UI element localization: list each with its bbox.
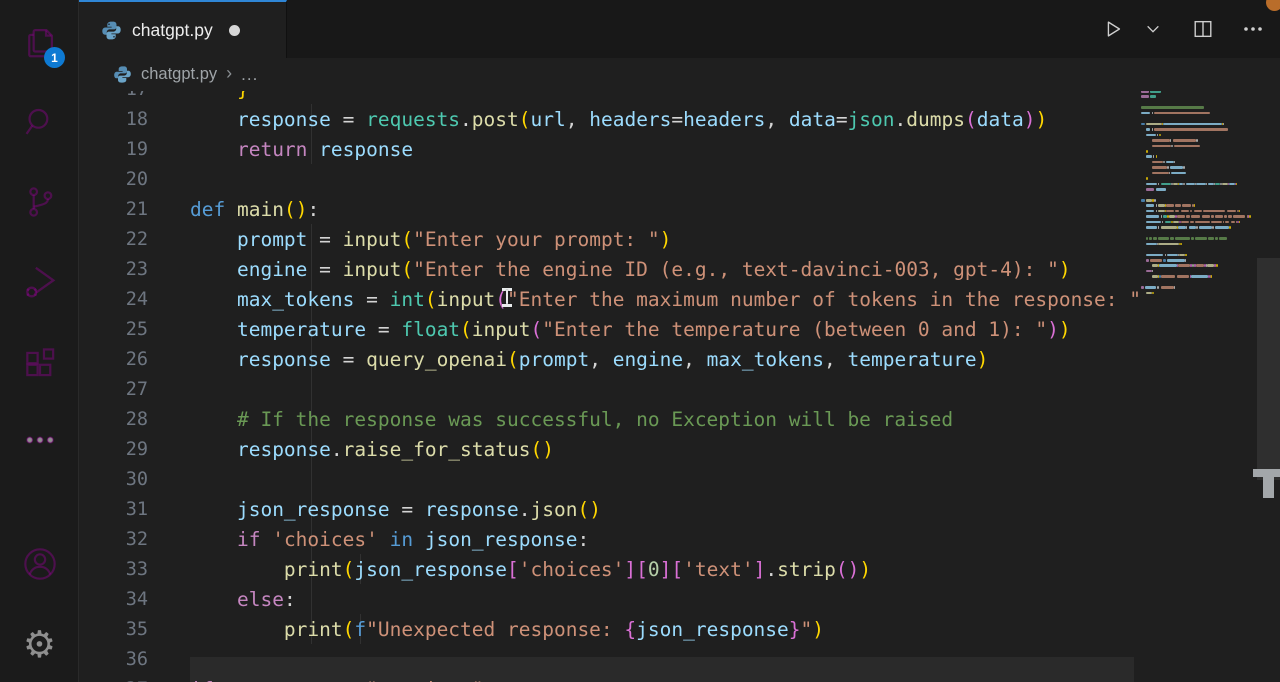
sidebar-item-account[interactable] bbox=[0, 532, 79, 596]
code-line: 29 response.raise_for_status() bbox=[79, 434, 1141, 464]
scrollbar-thumb[interactable] bbox=[1257, 258, 1280, 480]
search-icon bbox=[21, 103, 59, 141]
code-line: 18 response = requests.post(url, headers… bbox=[79, 104, 1141, 134]
code-line: 25 temperature = float(input("Enter the … bbox=[79, 314, 1141, 344]
git-branch-icon bbox=[21, 183, 59, 221]
code-line: 31 json_response = response.json() bbox=[79, 494, 1141, 524]
code-line: 22 prompt = input("Enter your prompt: ") bbox=[79, 224, 1141, 254]
code-editor[interactable]: 17 }18 response = requests.post(url, hea… bbox=[79, 74, 1141, 682]
code-line: 20 bbox=[79, 164, 1141, 194]
breadcrumb: chatgpt.py › ... bbox=[79, 58, 1280, 91]
sidebar-item-explorer[interactable]: 1 bbox=[0, 10, 79, 74]
editor-group: chatgpt.py bbox=[79, 0, 1280, 682]
code-line: 33 print(json_response['choices'][0]['te… bbox=[79, 554, 1141, 584]
run-icon bbox=[1102, 18, 1124, 40]
more-actions-button[interactable] bbox=[1238, 14, 1268, 44]
split-editor-icon bbox=[1192, 18, 1214, 40]
code-line: 36 bbox=[79, 644, 1141, 674]
split-editor-button[interactable] bbox=[1188, 14, 1218, 44]
run-dropdown-icon bbox=[1145, 21, 1161, 37]
unsaved-changes-dot[interactable] bbox=[229, 25, 240, 36]
sidebar-item-source-control[interactable] bbox=[0, 170, 79, 234]
python-icon bbox=[101, 20, 122, 41]
tab-chatgpt-py[interactable]: chatgpt.py bbox=[79, 0, 287, 58]
sidebar-item-settings[interactable]: ⚙ bbox=[0, 612, 79, 676]
python-icon bbox=[113, 65, 132, 84]
code-line: 32 if 'choices' in json_response: bbox=[79, 524, 1141, 554]
code-line: 35 print(f"Unexpected response: {json_re… bbox=[79, 614, 1141, 644]
code-line: 19 return response bbox=[79, 134, 1141, 164]
sidebar-item-run-debug[interactable] bbox=[0, 250, 79, 314]
account-icon bbox=[20, 544, 60, 584]
code-line: 26 response = query_openai(prompt, engin… bbox=[79, 344, 1141, 374]
sidebar-item-search[interactable] bbox=[0, 90, 79, 154]
vertical-scrollbar[interactable] bbox=[1256, 91, 1280, 682]
breadcrumb-item-more[interactable]: ... bbox=[241, 65, 258, 85]
code-line: 21def main(): bbox=[79, 194, 1141, 224]
code-line: 30 bbox=[79, 464, 1141, 494]
vscode-window: 1 bbox=[0, 0, 1280, 682]
code-line: 28 # If the response was successful, no … bbox=[79, 404, 1141, 434]
code-line: 27 bbox=[79, 374, 1141, 404]
sidebar-item-more[interactable] bbox=[0, 408, 79, 472]
chevron-right-icon: › bbox=[226, 63, 232, 84]
tab-label: chatgpt.py bbox=[132, 20, 213, 41]
tab-bar: chatgpt.py bbox=[79, 0, 1280, 58]
explorer-badge: 1 bbox=[44, 47, 65, 68]
minimap[interactable] bbox=[1141, 88, 1252, 682]
run-dropdown-button[interactable] bbox=[1142, 14, 1164, 44]
extensions-icon bbox=[21, 345, 59, 383]
run-button[interactable] bbox=[1098, 14, 1128, 44]
breadcrumb-item-file[interactable]: chatgpt.py bbox=[141, 65, 217, 84]
gear-icon: ⚙ bbox=[23, 626, 56, 663]
code-line: 24 max_tokens = int(input("Enter the max… bbox=[79, 284, 1141, 314]
editor-actions bbox=[1098, 0, 1268, 58]
mouse-ibeam-cursor bbox=[502, 288, 512, 307]
code-line: 37if __name__ == "__main__": bbox=[79, 674, 1141, 682]
ellipsis-icon bbox=[21, 421, 59, 459]
more-actions-icon bbox=[1241, 17, 1265, 41]
activity-bar: 1 bbox=[0, 0, 79, 682]
code-line: 34 else: bbox=[79, 584, 1141, 614]
sidebar-item-extensions[interactable] bbox=[0, 332, 79, 396]
code-line: 23 engine = input("Enter the engine ID (… bbox=[79, 254, 1141, 284]
debug-icon bbox=[20, 262, 60, 302]
